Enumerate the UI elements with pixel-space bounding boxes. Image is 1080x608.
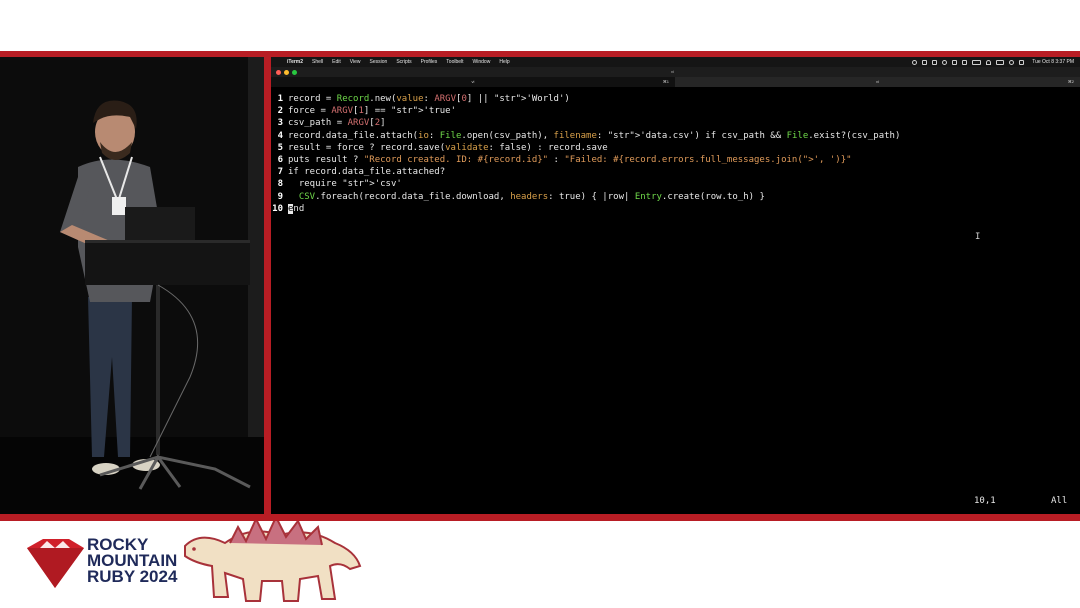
scroll-indicator: All xyxy=(1051,496,1068,506)
bluetooth-icon[interactable] xyxy=(962,59,968,65)
code-line[interactable]: 4 record.data_file.attach(io: File.open(c… xyxy=(271,130,1080,142)
stegosaurus-icon xyxy=(184,521,362,602)
traffic-lights xyxy=(276,69,297,75)
code-text[interactable]: end xyxy=(288,203,304,215)
tab-bar: vi ⌘1 vi ⌘2 xyxy=(271,77,1080,87)
code-line[interactable]: 7 if record.data_file.attached? xyxy=(271,166,1080,178)
menu-shell[interactable]: Shell xyxy=(312,59,323,65)
menu-toolbelt[interactable]: Toolbelt xyxy=(446,59,463,65)
line-number: 6 xyxy=(277,154,283,165)
code-line[interactable]: 5 result = force ? record.save(validate: … xyxy=(271,142,1080,154)
conference-branding: ROCKY MOUNTAIN RUBY 2024 xyxy=(0,521,1080,608)
menu-help[interactable]: Help xyxy=(499,59,509,65)
record-icon[interactable] xyxy=(912,59,918,65)
line-number: 1 xyxy=(277,94,283,104)
tab-2[interactable]: vi ⌘2 xyxy=(675,77,1080,87)
window-titlebar[interactable]: vi xyxy=(271,67,1080,77)
code-line[interactable]: 1 record = Record.new(value: ARGV[0] || "… xyxy=(271,93,1080,105)
code-text[interactable]: CSV.foreach(record.data_file.download, h… xyxy=(288,191,765,203)
tab-1[interactable]: vi ⌘1 xyxy=(271,77,675,87)
code-text[interactable]: result = force ? record.save(validate: f… xyxy=(288,142,608,154)
siri-icon[interactable] xyxy=(1019,59,1025,65)
code-line[interactable]: 9 CSV.foreach(record.data_file.download,… xyxy=(271,191,1080,203)
branding-graphics xyxy=(27,521,362,602)
line-number: 5 xyxy=(277,142,283,153)
cpu-icon[interactable] xyxy=(922,59,928,65)
menu-edit[interactable]: Edit xyxy=(332,59,341,65)
wordmark-line-3: RUBY 2024 xyxy=(87,567,178,586)
code-line[interactable]: 8 require "str">'csv' xyxy=(271,178,1080,190)
home-icon[interactable] xyxy=(952,59,958,65)
text-cursor-icon: I xyxy=(975,232,981,242)
battery-icon[interactable] xyxy=(972,59,982,65)
macos-menubar: iTerm2 Shell Edit View Session Scripts P… xyxy=(271,57,1080,67)
menu-profiles[interactable]: Profiles xyxy=(421,59,438,65)
code-text[interactable]: if record.data_file.attached? xyxy=(288,166,445,178)
speaker-video xyxy=(0,57,264,514)
menu-view[interactable]: View xyxy=(350,59,361,65)
code-text[interactable]: csv_path = ARGV[2] xyxy=(288,117,386,129)
menubar-status-area: Tue Oct 8 3:37 PM xyxy=(912,57,1074,67)
menubar-clock[interactable]: Tue Oct 8 3:37 PM xyxy=(1032,59,1074,65)
line-number: 3 xyxy=(277,118,283,129)
terminal-screen: iTerm2 Shell Edit View Session Scripts P… xyxy=(271,57,1080,514)
menu-scripts[interactable]: Scripts xyxy=(396,59,411,65)
code-line[interactable]: 3 csv_path = ARGV[2] xyxy=(271,117,1080,129)
line-number: 7 xyxy=(277,167,283,178)
line-number: 2 xyxy=(277,106,283,117)
code-text[interactable]: require "str">'csv' xyxy=(288,178,402,190)
code-line[interactable]: 10 end xyxy=(271,203,1080,215)
zoom-icon[interactable] xyxy=(292,69,297,75)
code-text[interactable]: puts result ? "Record created. ID: #{rec… xyxy=(288,154,852,166)
minimize-icon[interactable] xyxy=(284,69,289,75)
control-center-icon[interactable] xyxy=(996,59,1005,65)
memory-icon[interactable] xyxy=(932,59,938,65)
code-text[interactable]: force = ARGV[1] == "str">'true' xyxy=(288,105,456,117)
search-icon[interactable] xyxy=(1009,59,1015,65)
tab-1-title: vi xyxy=(471,79,475,84)
code-line[interactable]: 6 puts result ? "Record created. ID: #{re… xyxy=(271,154,1080,166)
menu-window[interactable]: Window xyxy=(473,59,491,65)
wifi-icon[interactable] xyxy=(986,59,992,65)
menu-app-name[interactable]: iTerm2 xyxy=(287,59,303,65)
line-number: 10 xyxy=(272,203,283,214)
line-number: 9 xyxy=(277,191,283,202)
butterfly-icon[interactable] xyxy=(942,59,948,65)
tab-2-shortcut: ⌘2 xyxy=(1067,79,1074,84)
code-text[interactable]: record = Record.new(value: ARGV[0] || "s… xyxy=(288,93,570,105)
line-number: 8 xyxy=(277,179,283,190)
window-title: vi xyxy=(671,69,674,74)
vim-editor[interactable]: 1 record = Record.new(value: ARGV[0] || "… xyxy=(271,93,1080,215)
tab-2-title: vi xyxy=(876,79,879,84)
menu-session[interactable]: Session xyxy=(370,59,388,65)
block-cursor: e xyxy=(288,203,294,214)
conference-wordmark: ROCKY MOUNTAIN RUBY 2024 xyxy=(87,536,178,586)
code-text[interactable]: record.data_file.attach(io: File.open(cs… xyxy=(288,130,900,142)
tab-1-shortcut: ⌘1 xyxy=(662,79,669,84)
top-margin xyxy=(0,0,1080,51)
line-number: 4 xyxy=(277,130,283,141)
code-line[interactable]: 2 force = ARGV[1] == "str">'true' xyxy=(271,105,1080,117)
speaker-illustration xyxy=(0,57,264,514)
ruby-gem-icon xyxy=(27,539,84,588)
close-icon[interactable] xyxy=(276,69,281,75)
cursor-position: 10,1 xyxy=(974,496,996,506)
